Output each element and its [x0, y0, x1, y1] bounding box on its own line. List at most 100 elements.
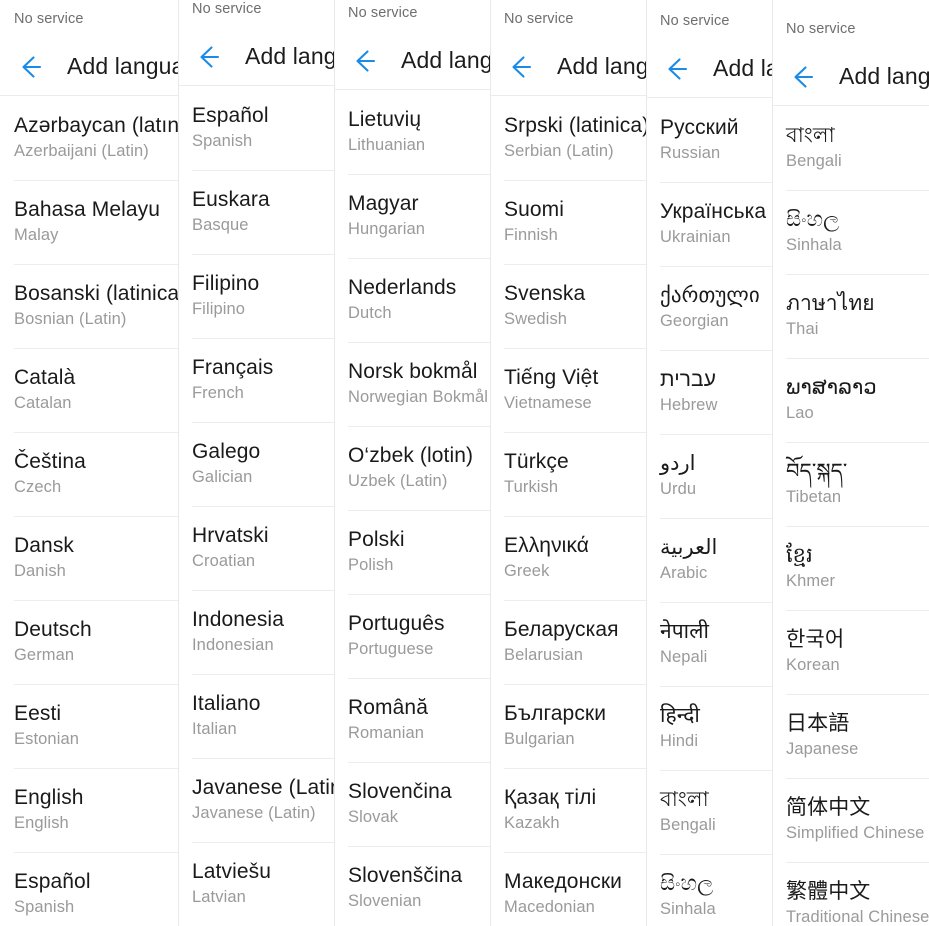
language-list-item[interactable]: עברית Hebrew [646, 350, 772, 434]
language-list-item[interactable]: සිංහල Sinhala [646, 854, 772, 926]
language-list-item[interactable]: සිංහල Sinhala [772, 190, 929, 274]
language-list-item[interactable]: اردو Urdu [646, 434, 772, 518]
language-english-name: Lao [786, 404, 814, 423]
language-english-name: Latvian [192, 888, 246, 907]
language-list-item[interactable]: Slovenčina Slovak [334, 762, 490, 846]
language-list-item[interactable]: Filipino Filipino [178, 254, 334, 338]
language-list: বাংলা Bengali සිංහල Sinhala ภาษาไทย Thai… [772, 106, 929, 926]
language-english-name: Turkish [504, 478, 559, 497]
language-list-item[interactable]: Українська Ukrainian [646, 182, 772, 266]
arrow-left-icon[interactable] [503, 51, 535, 83]
language-list-item[interactable]: Deutsch German [0, 600, 178, 684]
arrow-left-icon[interactable] [347, 45, 379, 77]
language-native-name: Español [14, 870, 91, 893]
language-list-item[interactable]: 한국어 Korean [772, 610, 929, 694]
language-list-item[interactable]: Русский Russian [646, 98, 772, 182]
language-list-item[interactable]: नेपाली Nepali [646, 602, 772, 686]
language-native-name: Беларуская [504, 618, 619, 641]
language-list-item[interactable]: ქართული Georgian [646, 266, 772, 350]
language-list-item[interactable]: Türkçe Turkish [490, 432, 646, 516]
language-english-name: Uzbek (Latin) [348, 472, 448, 491]
phone-screenshot-panel-4: No service Add language Srpski (latinica… [490, 0, 646, 926]
language-list-item[interactable]: Беларуская Belarusian [490, 600, 646, 684]
language-list-item[interactable]: Català Catalan [0, 348, 178, 432]
language-list-item[interactable]: Galego Galician [178, 422, 334, 506]
language-list-item[interactable]: Bahasa Melayu Malay [0, 180, 178, 264]
language-english-name: Croatian [192, 552, 256, 571]
language-english-name: Lithuanian [348, 136, 426, 155]
language-list-item[interactable]: Latviešu Latvian [178, 842, 334, 926]
phone-screenshot-panel-3: No service Add language Lietuvių Lithuan… [334, 0, 490, 926]
language-list-item[interactable]: 日本語 Japanese [772, 694, 929, 778]
language-english-name: Bosnian (Latin) [14, 310, 127, 329]
arrow-left-icon[interactable] [659, 53, 691, 85]
language-list-item[interactable]: ខ្មែរ Khmer [772, 526, 929, 610]
language-list-item[interactable]: 繁體中文 Traditional Chinese [772, 862, 929, 926]
arrow-left-icon[interactable] [785, 61, 817, 93]
language-list-item[interactable]: O‘zbek (lotin) Uzbek (Latin) [334, 426, 490, 510]
language-english-name: Hungarian [348, 220, 426, 239]
language-list-item[interactable]: ພາສາລາວ Lao [772, 358, 929, 442]
language-native-name: Deutsch [14, 618, 92, 641]
language-english-name: Basque [192, 216, 249, 235]
language-list-item[interactable]: Ελληνικά Greek [490, 516, 646, 600]
language-list-item[interactable]: Euskara Basque [178, 170, 334, 254]
language-list-item[interactable]: Dansk Danish [0, 516, 178, 600]
language-english-name: Galician [192, 468, 253, 487]
language-english-name: Nepali [660, 648, 708, 667]
language-list-item[interactable]: བོད་སྐད་ Tibetan [772, 442, 929, 526]
language-list-item[interactable]: Norsk bokmål Norwegian Bokmål [334, 342, 490, 426]
language-list-item[interactable]: Français French [178, 338, 334, 422]
language-list-item[interactable]: Español Spanish [178, 86, 334, 170]
language-list-item[interactable]: 简体中文 Simplified Chinese [772, 778, 929, 862]
language-list-item[interactable]: Қазақ тілі Kazakh [490, 768, 646, 852]
language-english-name: Macedonian [504, 898, 595, 917]
language-list-item[interactable]: Indonesia Indonesian [178, 590, 334, 674]
language-list-item[interactable]: Svenska Swedish [490, 264, 646, 348]
language-list-item[interactable]: Nederlands Dutch [334, 258, 490, 342]
phone-screen: No service Add language Español Spanish … [178, 0, 334, 926]
language-list-item[interactable]: Български Bulgarian [490, 684, 646, 768]
language-list-item[interactable]: English English [0, 768, 178, 852]
language-list-item[interactable]: Eesti Estonian [0, 684, 178, 768]
language-list-item[interactable]: Čeština Czech [0, 432, 178, 516]
language-list-item[interactable]: Lietuvių Lithuanian [334, 90, 490, 174]
language-native-name: Norsk bokmål [348, 360, 478, 383]
language-list-item[interactable]: Tiếng Việt Vietnamese [490, 348, 646, 432]
arrow-left-icon[interactable] [191, 41, 223, 73]
language-english-name: Kazakh [504, 814, 560, 833]
language-native-name: ภาษาไทย [786, 292, 875, 315]
language-list-item[interactable]: Italiano Italian [178, 674, 334, 758]
language-list-item[interactable]: Hrvatski Croatian [178, 506, 334, 590]
language-native-name: Italiano [192, 692, 261, 715]
language-list-item[interactable]: Javanese (Latin) Javanese (Latin) [178, 758, 334, 842]
language-list-item[interactable]: Srpski (latinica) Serbian (Latin) [490, 96, 646, 180]
language-list-item[interactable]: العربية Arabic [646, 518, 772, 602]
phone-screen: No service Add language Azərbaycan (latı… [0, 0, 178, 926]
language-english-name: Sinhala [660, 900, 716, 919]
language-native-name: Ελληνικά [504, 534, 590, 557]
arrow-left-icon[interactable] [13, 51, 45, 83]
language-list-item[interactable]: Bosanski (latinica) Bosnian (Latin) [0, 264, 178, 348]
language-list-item[interactable]: বাংলা Bengali [646, 770, 772, 854]
language-list-item[interactable]: Slovenščina Slovenian [334, 846, 490, 926]
language-list-item[interactable]: हिन्दी Hindi [646, 686, 772, 770]
language-list-item[interactable]: Magyar Hungarian [334, 174, 490, 258]
carrier-label: No service [660, 13, 730, 29]
language-list-item[interactable]: Português Portuguese [334, 594, 490, 678]
language-list-item[interactable]: Suomi Finnish [490, 180, 646, 264]
language-list-item[interactable]: Română Romanian [334, 678, 490, 762]
language-native-name: Қазақ тілі [504, 786, 597, 809]
language-list-item[interactable]: বাংলা Bengali [772, 106, 929, 190]
language-list-item[interactable]: Español Spanish [0, 852, 178, 926]
language-list-item[interactable]: Polski Polish [334, 510, 490, 594]
language-native-name: 한국어 [786, 628, 845, 651]
language-list-item[interactable]: Македонски Macedonian [490, 852, 646, 926]
language-english-name: Traditional Chinese [786, 908, 929, 926]
language-english-name: Russian [660, 144, 721, 163]
language-list: Srpski (latinica) Serbian (Latin) Suomi … [490, 96, 646, 926]
language-list-item[interactable]: Azərbaycan (latın) Azerbaijani (Latin) [0, 96, 178, 180]
language-native-name: བོད་སྐད་ [786, 460, 848, 483]
language-english-name: Khmer [786, 572, 836, 591]
language-list-item[interactable]: ภาษาไทย Thai [772, 274, 929, 358]
